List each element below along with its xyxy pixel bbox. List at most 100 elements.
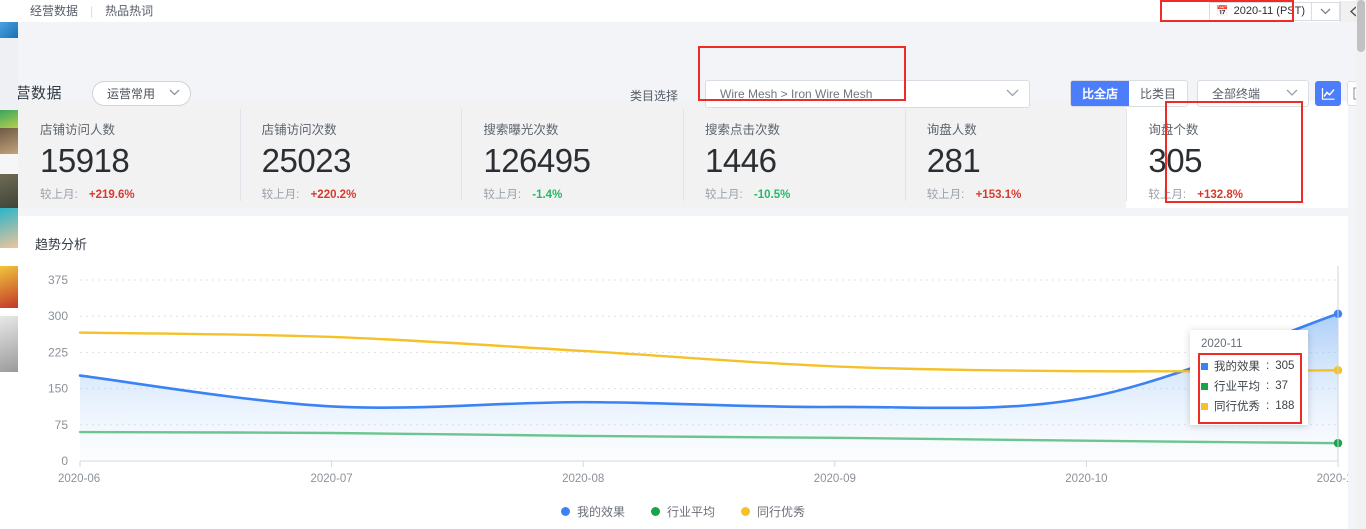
x-axis-tick-label: 2020-10 (1065, 473, 1107, 485)
line-chart-icon (1321, 87, 1335, 100)
window-scrollbar[interactable] (1356, 0, 1366, 529)
kpi-compare-label: 较上月: (483, 189, 522, 201)
chart-tooltip: 2020-11 我的效果: 305 行业平均: 37 同行优秀: 188 (1190, 330, 1308, 425)
kpi-delta: +132.8% (1197, 189, 1243, 201)
tooltip-series-value: 188 (1275, 400, 1295, 412)
x-axis-tick-label: 2020-07 (310, 473, 352, 485)
rail-thumb (0, 372, 18, 529)
kpi-compare-label: 较上月: (1148, 189, 1187, 201)
rail-thumb (0, 308, 18, 316)
date-range-value: 2020-11 (PST) (1233, 5, 1305, 17)
kpi-card[interactable]: 店铺访问次数 25023 较上月: +220.2% (239, 101, 462, 208)
kpi-name: 搜索曝光次数 (483, 123, 559, 137)
tooltip-series-value: 37 (1275, 380, 1288, 392)
y-axis-tick-label: 300 (48, 309, 68, 323)
topbar-right-tools: 📅 2020-11 (PST) (1209, 0, 1366, 22)
kpi-name: 店铺访问人数 (40, 123, 116, 137)
kpi-name: 询盘人数 (926, 123, 977, 137)
date-range-picker[interactable]: 📅 2020-11 (PST) (1209, 1, 1312, 21)
chevron-down-icon (1286, 88, 1298, 99)
y-axis-tick-label: 75 (55, 418, 69, 432)
rail-thumb (0, 22, 18, 38)
tab-hot-products-keywords[interactable]: 热品热词 (93, 0, 165, 22)
category-select[interactable]: Wire Mesh > Iron Wire Mesh (705, 80, 1030, 108)
kpi-delta: -1.4% (532, 189, 563, 201)
chevron-down-icon (1006, 89, 1019, 100)
tab-operating-data[interactable]: 经营数据 (18, 0, 90, 22)
terminal-select[interactable]: 全部终端 (1197, 80, 1309, 107)
trend-line-chart[interactable]: 0 75 150 225 300 375 2020-06 2020-07 2020-08 2020… (18, 216, 1348, 529)
rail-thumb (0, 266, 18, 308)
legend-item-industry-average[interactable]: 行业平均 (650, 503, 715, 520)
kpi-name: 搜索点击次数 (705, 123, 781, 137)
kpi-card-selected[interactable]: 询盘个数 305 较上月: +132.8% (1126, 101, 1349, 208)
legend-label: 同行优秀 (757, 505, 806, 519)
tooltip-date: 2020-11 (1201, 338, 1243, 350)
host-left-rail (0, 0, 18, 529)
kpi-value: 25023 (261, 142, 352, 179)
view-chart-button[interactable] (1315, 81, 1341, 106)
kpi-footer: 较上月: -10.5% (705, 186, 905, 202)
preset-select-value: 运营常用 (107, 87, 156, 101)
rail-thumb (0, 110, 18, 128)
tooltip-swatch (1201, 362, 1208, 370)
terminal-select-value: 全部终端 (1212, 87, 1261, 101)
calendar-icon: 📅 (1216, 5, 1229, 17)
chevron-down-icon (169, 88, 180, 99)
preset-select[interactable]: 运营常用 (92, 81, 191, 106)
y-axis-tick-label: 375 (48, 273, 68, 287)
rail-thumb (0, 0, 18, 22)
kpi-card[interactable]: 店铺访问人数 15918 较上月: +219.6% (18, 101, 240, 208)
kpi-card-strip: 店铺访问人数 15918 较上月: +219.6% 店铺访问次数 25023 较… (18, 101, 1349, 208)
tooltip-series-value: 305 (1275, 360, 1295, 372)
legend-item-peer-excellent[interactable]: 同行优秀 (741, 503, 805, 520)
x-axis-tick-label: 2020-11 (1317, 473, 1348, 485)
kpi-card[interactable]: 搜索点击次数 1446 较上月: -10.5% (683, 101, 905, 208)
segment-compare-all-stores[interactable]: 比全店 (1071, 81, 1130, 106)
kpi-card[interactable]: 询盘人数 281 较上月: +153.1% (904, 101, 1127, 208)
kpi-value: 1446 (705, 142, 777, 179)
rail-thumb (0, 248, 18, 266)
tooltip-series-label: 同行优秀 (1214, 401, 1260, 413)
kpi-delta: -10.5% (753, 189, 791, 201)
rail-thumb (0, 154, 18, 174)
kpi-delta: +153.1% (975, 189, 1022, 201)
rail-thumb (0, 208, 18, 248)
kpi-compare-label: 较上月: (926, 189, 965, 201)
kpi-footer: 较上月: +153.1% (927, 186, 1127, 202)
filter-bar: 经营数据 运营常用 类目选择 Wire Mesh > Iron Wire Mes… (0, 22, 1366, 108)
legend-swatch (650, 507, 660, 516)
tooltip-row: 同行优秀: 188 (1201, 396, 1299, 416)
kpi-delta: +220.2% (310, 189, 357, 201)
tooltip-row: 我的效果: 305 (1201, 356, 1299, 376)
tooltip-swatch (1201, 402, 1208, 410)
trend-analysis-panel: 趋势分析 0 75 150 225 300 375 2020-06 2020-07 2020-0… (18, 216, 1348, 529)
kpi-compare-label: 较上月: (261, 189, 300, 201)
kpi-compare-label: 较上月: (40, 189, 78, 201)
scrollbar-thumb[interactable] (1357, 0, 1365, 52)
kpi-footer: 较上月: +132.8% (1148, 186, 1348, 202)
rail-thumb (0, 174, 18, 208)
tooltip-series-label: 我的效果 (1214, 361, 1260, 373)
legend-item-my-performance[interactable]: 我的效果 (560, 503, 625, 520)
category-select-value: Wire Mesh > Iron Wire Mesh (720, 87, 873, 101)
kpi-name: 询盘个数 (1148, 123, 1199, 137)
kpi-value: 281 (926, 142, 981, 179)
legend-swatch (560, 507, 570, 516)
compare-mode-segmented-control: 比全店 比类目 (1070, 80, 1189, 107)
date-picker-chevron-down-icon[interactable] (1312, 1, 1340, 21)
kpi-card[interactable]: 搜索曝光次数 126495 较上月: -1.4% (461, 101, 683, 208)
segment-compare-category[interactable]: 比类目 (1129, 81, 1188, 106)
kpi-name: 店铺访问次数 (261, 123, 337, 137)
kpi-footer: 较上月: -1.4% (483, 186, 683, 202)
kpi-value: 126495 (483, 142, 591, 179)
kpi-value: 305 (1148, 142, 1202, 179)
tooltip-series-label: 行业平均 (1214, 381, 1260, 393)
rail-thumb (0, 316, 18, 372)
kpi-delta: +219.6% (88, 189, 135, 201)
tooltip-row: 行业平均: 37 (1201, 376, 1299, 396)
tooltip-swatch (1201, 382, 1208, 390)
rail-thumb (0, 128, 18, 154)
top-tab-bar: 经营数据 | 热品热词 📅 2020-11 (PST) (0, 0, 1366, 22)
kpi-compare-label: 较上月: (705, 189, 743, 201)
